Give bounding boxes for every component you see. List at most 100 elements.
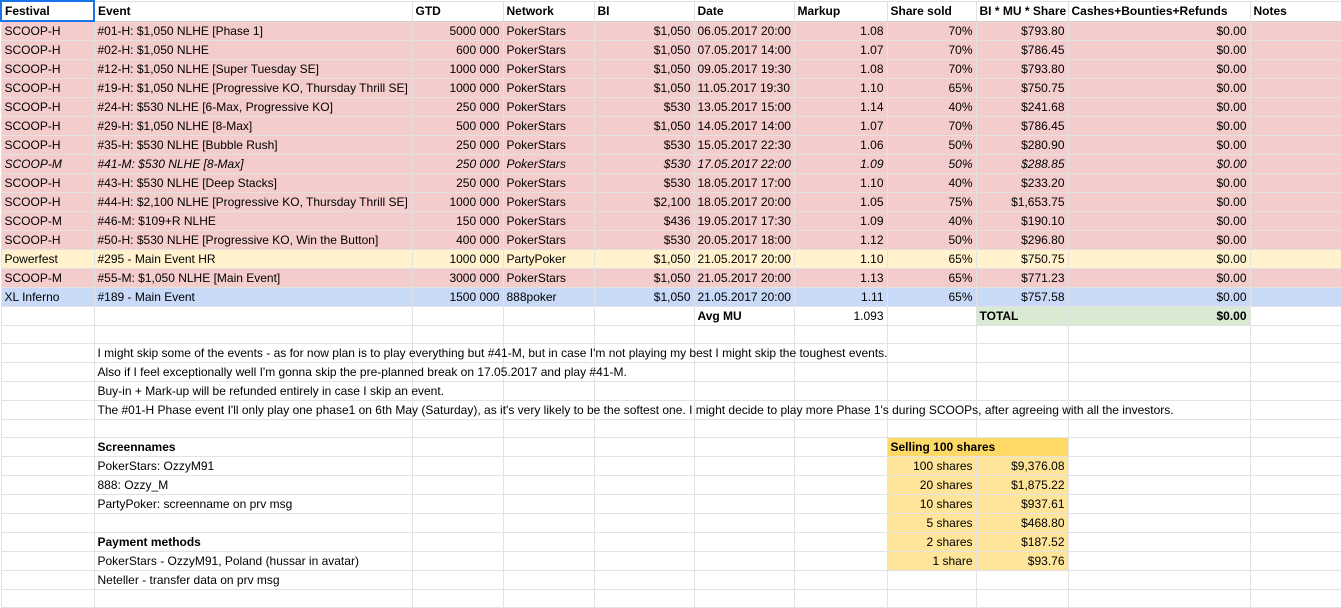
- cell[interactable]: [886, 381, 977, 401]
- table-cell[interactable]: SCOOP-H: [0, 230, 95, 250]
- cell[interactable]: [411, 437, 504, 457]
- cell[interactable]: [1249, 494, 1341, 514]
- table-cell[interactable]: $757.58: [975, 287, 1069, 307]
- table-cell[interactable]: #01-H: $1,050 NLHE [Phase 1]: [93, 20, 413, 41]
- cell[interactable]: [793, 513, 888, 533]
- cell[interactable]: [793, 325, 888, 344]
- cell[interactable]: [0, 456, 95, 476]
- cell[interactable]: [975, 570, 1069, 590]
- cell[interactable]: [1249, 325, 1341, 344]
- cell[interactable]: [502, 306, 595, 326]
- cell[interactable]: [1067, 343, 1251, 363]
- selling-shares[interactable]: 10 shares: [886, 494, 977, 514]
- cell[interactable]: [793, 419, 888, 438]
- table-cell[interactable]: $190.10: [975, 211, 1069, 231]
- total-value[interactable]: $0.00: [1067, 306, 1251, 326]
- table-cell[interactable]: $750.75: [975, 78, 1069, 98]
- table-cell[interactable]: 1.07: [793, 116, 888, 136]
- cell[interactable]: [793, 551, 888, 571]
- selling-shares[interactable]: 5 shares: [886, 513, 977, 533]
- cell[interactable]: [793, 362, 888, 382]
- table-cell[interactable]: #295 - Main Event HR: [93, 249, 413, 269]
- cell[interactable]: [886, 570, 977, 590]
- cell[interactable]: [0, 437, 95, 457]
- table-cell[interactable]: [1249, 20, 1341, 41]
- table-cell[interactable]: $786.45: [975, 40, 1069, 60]
- cell[interactable]: [1067, 532, 1251, 552]
- column-header[interactable]: Notes: [1249, 0, 1341, 22]
- table-cell[interactable]: 40%: [886, 97, 977, 117]
- table-cell[interactable]: 70%: [886, 40, 977, 60]
- table-cell[interactable]: #12-H: $1,050 NLHE [Super Tuesday SE]: [93, 59, 413, 79]
- cell[interactable]: [593, 513, 695, 533]
- cell[interactable]: [93, 325, 413, 344]
- table-cell[interactable]: 1.11: [793, 287, 888, 307]
- cell[interactable]: [886, 343, 977, 363]
- table-cell[interactable]: 250 000: [411, 97, 504, 117]
- table-cell[interactable]: 1.13: [793, 268, 888, 288]
- table-cell[interactable]: $233.20: [975, 173, 1069, 193]
- cell[interactable]: [1249, 475, 1341, 495]
- table-cell[interactable]: [1249, 230, 1341, 250]
- cell[interactable]: [411, 570, 504, 590]
- cell[interactable]: [411, 456, 504, 476]
- table-cell[interactable]: $793.80: [975, 59, 1069, 79]
- cell[interactable]: [693, 362, 795, 382]
- table-cell[interactable]: 3000 000: [411, 268, 504, 288]
- column-header[interactable]: Network: [502, 0, 595, 22]
- table-cell[interactable]: $786.45: [975, 116, 1069, 136]
- cell[interactable]: [411, 419, 504, 438]
- table-cell[interactable]: $436: [593, 211, 695, 231]
- table-cell[interactable]: 75%: [886, 192, 977, 212]
- table-cell[interactable]: 21.05.2017 20:00: [693, 287, 795, 307]
- table-cell[interactable]: $1,653.75: [975, 192, 1069, 212]
- table-cell[interactable]: 06.05.2017 20:00: [693, 20, 795, 41]
- table-cell[interactable]: 150 000: [411, 211, 504, 231]
- column-header[interactable]: Share sold: [886, 0, 977, 22]
- cell[interactable]: [502, 456, 595, 476]
- selling-price[interactable]: $1,875.22: [975, 475, 1069, 495]
- cell[interactable]: [593, 475, 695, 495]
- cell[interactable]: [502, 381, 595, 401]
- table-cell[interactable]: 1.14: [793, 97, 888, 117]
- table-cell[interactable]: PokerStars: [502, 192, 595, 212]
- table-cell[interactable]: 500 000: [411, 116, 504, 136]
- table-cell[interactable]: #44-H: $2,100 NLHE [Progressive KO, Thur…: [93, 192, 413, 212]
- table-cell[interactable]: PokerStars: [502, 59, 595, 79]
- table-cell[interactable]: $0.00: [1067, 78, 1251, 98]
- table-cell[interactable]: $0.00: [1067, 249, 1251, 269]
- table-cell[interactable]: PokerStars: [502, 135, 595, 155]
- selling-shares[interactable]: 1 share: [886, 551, 977, 571]
- cell[interactable]: [593, 570, 695, 590]
- table-cell[interactable]: 1.09: [793, 154, 888, 174]
- cell[interactable]: [1249, 513, 1341, 533]
- table-cell[interactable]: $0.00: [1067, 154, 1251, 174]
- cell[interactable]: [502, 532, 595, 552]
- table-cell[interactable]: 1000 000: [411, 78, 504, 98]
- cell[interactable]: [93, 419, 413, 438]
- cell[interactable]: [1067, 494, 1251, 514]
- cell[interactable]: [411, 532, 504, 552]
- cell[interactable]: [0, 362, 95, 382]
- cell[interactable]: [1249, 419, 1341, 438]
- table-cell[interactable]: PartyPoker: [502, 249, 595, 269]
- table-cell[interactable]: $0.00: [1067, 97, 1251, 117]
- cell[interactable]: [0, 306, 95, 326]
- table-cell[interactable]: PokerStars: [502, 230, 595, 250]
- cell[interactable]: [1067, 570, 1251, 590]
- table-cell[interactable]: $530: [593, 97, 695, 117]
- cell[interactable]: [593, 494, 695, 514]
- cell[interactable]: [1067, 381, 1251, 401]
- cell[interactable]: [693, 589, 795, 608]
- table-cell[interactable]: PokerStars: [502, 211, 595, 231]
- cell[interactable]: [975, 325, 1069, 344]
- table-cell[interactable]: 1000 000: [411, 249, 504, 269]
- table-cell[interactable]: 70%: [886, 59, 977, 79]
- table-cell[interactable]: PokerStars: [502, 116, 595, 136]
- cell[interactable]: [693, 532, 795, 552]
- table-cell[interactable]: [1249, 173, 1341, 193]
- cell[interactable]: [411, 306, 504, 326]
- cell[interactable]: [0, 532, 95, 552]
- table-cell[interactable]: 5000 000: [411, 20, 504, 41]
- cell[interactable]: [1067, 325, 1251, 344]
